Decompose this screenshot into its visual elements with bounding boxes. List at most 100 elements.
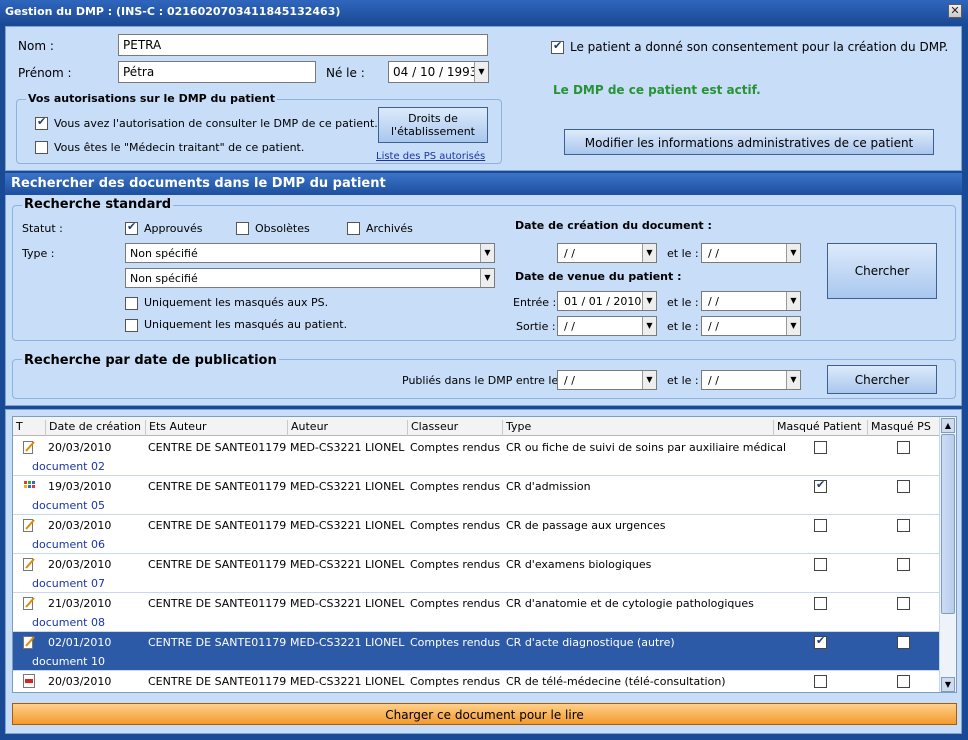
col-header-masque-patient[interactable]: Masqué Patient <box>773 420 867 436</box>
consult-checkbox[interactable] <box>35 115 48 130</box>
col-header-t[interactable]: T <box>13 420 23 436</box>
documents-grid: T Date de création Ets Auteur Auteur Cla… <box>12 416 957 693</box>
masque-patient-checkbox[interactable] <box>814 634 827 649</box>
cell-ets-auteur: CENTRE DE SANTE01179 <box>148 558 287 571</box>
search-panel: Recherche standard Statut : Approuvés Ob… <box>5 195 962 406</box>
etle-label-1: et le : <box>667 247 699 260</box>
col-header-date[interactable]: Date de création <box>45 420 145 436</box>
masque-ps-checkbox[interactable] <box>897 558 910 571</box>
table-row[interactable]: 02/01/2010 CENTRE DE SANTE01179 MED-CS3221… <box>13 632 941 671</box>
traitant-checkbox[interactable] <box>35 141 48 154</box>
masque-ps-checkbox[interactable] <box>897 519 910 532</box>
nom-field[interactable]: PETRA <box>118 34 488 56</box>
cell-type: CR d'anatomie et de cytologie pathologiq… <box>506 597 754 610</box>
masque-patient-checkbox[interactable] <box>814 675 827 688</box>
cell-document-name: document 06 <box>32 538 105 551</box>
scroll-down-icon[interactable]: ▼ <box>941 677 955 692</box>
publication-from-date[interactable]: / / ▼ <box>557 370 657 390</box>
prenom-field[interactable]: Pétra <box>118 61 316 83</box>
ps-link[interactable]: Liste des PS autorisés <box>376 151 485 162</box>
chevron-down-icon[interactable]: ▼ <box>786 371 800 389</box>
table-row[interactable]: 20/03/2010 CENTRE DE SANTE01179 MED-CS3221… <box>13 437 941 476</box>
etle-label-2: et le : <box>667 296 699 309</box>
chevron-down-icon[interactable]: ▼ <box>786 317 800 335</box>
chevron-down-icon[interactable]: ▼ <box>642 317 656 335</box>
table-row[interactable]: 20/03/2010 CENTRE DE SANTE01179 MED-CS3221… <box>13 671 941 692</box>
publication-title: Recherche par date de publication <box>22 353 279 368</box>
sortie-from-date[interactable]: / / ▼ <box>557 316 657 336</box>
publication-to-value: / / <box>708 374 719 387</box>
approuves-checkbox[interactable] <box>125 220 138 235</box>
masques-ps-checkbox[interactable] <box>125 297 138 310</box>
cell-type: CR de passage aux urgences <box>506 519 666 532</box>
scroll-thumb[interactable] <box>941 434 955 614</box>
type-select-2[interactable]: Non spécifié ▼ <box>125 268 495 288</box>
droits-button[interactable]: Droits de l'établissement <box>378 107 488 143</box>
statut-label: Statut : <box>22 222 63 235</box>
entree-to-date[interactable]: / / ▼ <box>701 291 801 311</box>
obsoletes-label: Obsolètes <box>255 222 310 235</box>
chevron-down-icon[interactable]: ▼ <box>474 62 488 82</box>
cell-classeur: Comptes rendus <box>410 597 501 610</box>
chevron-down-icon[interactable]: ▼ <box>642 292 656 310</box>
table-row[interactable]: 20/03/2010 CENTRE DE SANTE01179 MED-CS3221… <box>13 554 941 593</box>
masque-ps-checkbox[interactable] <box>897 480 910 493</box>
consent-checkbox[interactable] <box>551 39 564 54</box>
chevron-down-icon[interactable]: ▼ <box>480 244 494 262</box>
chevron-down-icon[interactable]: ▼ <box>786 244 800 262</box>
venue-title: Date de venue du patient : <box>515 270 682 283</box>
vertical-scrollbar[interactable]: ▲ ▼ <box>939 417 956 692</box>
scroll-up-icon[interactable]: ▲ <box>941 418 955 433</box>
masques-ps-label: Uniquement les masqués aux PS. <box>144 296 329 309</box>
chevron-down-icon[interactable]: ▼ <box>642 244 656 262</box>
obsoletes-checkbox[interactable] <box>236 222 249 235</box>
cell-classeur: Comptes rendus <box>410 675 501 688</box>
type-value-2: Non spécifié <box>130 272 198 285</box>
birthdate-field[interactable]: 04 / 10 / 1993 ▼ <box>388 61 489 83</box>
creation-from-date[interactable]: / / ▼ <box>557 243 657 263</box>
nom-label: Nom : <box>18 39 54 53</box>
entree-from-date[interactable]: 01 / 01 / 2010 ▼ <box>557 291 657 311</box>
archives-checkbox[interactable] <box>347 222 360 235</box>
ne-label: Né le : <box>326 66 365 80</box>
table-row[interactable]: 20/03/2010 CENTRE DE SANTE01179 MED-CS3221… <box>13 515 941 554</box>
chercher-publication-button[interactable]: Chercher <box>827 365 937 394</box>
masque-patient-checkbox[interactable] <box>814 478 827 493</box>
col-header-ets[interactable]: Ets Auteur <box>145 420 287 436</box>
sortie-to-date[interactable]: / / ▼ <box>701 316 801 336</box>
masque-ps-checkbox[interactable] <box>897 675 910 688</box>
load-document-button[interactable]: Charger ce document pour le lire <box>12 703 957 725</box>
col-header-masque-ps[interactable]: Masqué PS <box>867 420 941 436</box>
table-row[interactable]: 21/03/2010 CENTRE DE SANTE01179 MED-CS3221… <box>13 593 941 632</box>
cell-ets-auteur: CENTRE DE SANTE01179 <box>148 597 287 610</box>
col-header-auteur[interactable]: Auteur <box>287 420 407 436</box>
type-label: Type : <box>22 247 55 260</box>
cell-date: 20/03/2010 <box>48 558 112 571</box>
masque-ps-checkbox[interactable] <box>897 636 910 649</box>
masques-patient-checkbox[interactable] <box>125 319 138 332</box>
table-row[interactable]: 19/03/2010 CENTRE DE SANTE01179 MED-CS3221… <box>13 476 941 515</box>
masque-ps-checkbox[interactable] <box>897 441 910 454</box>
cell-auteur: MED-CS3221 LIONEL <box>290 519 405 532</box>
masque-ps-checkbox[interactable] <box>897 597 910 610</box>
type-select-1[interactable]: Non spécifié ▼ <box>125 243 495 263</box>
masque-patient-checkbox[interactable] <box>814 597 827 610</box>
chevron-down-icon[interactable]: ▼ <box>786 292 800 310</box>
modify-admin-button[interactable]: Modifier les informations administrative… <box>564 129 934 155</box>
chevron-down-icon[interactable]: ▼ <box>480 269 494 287</box>
masque-patient-checkbox[interactable] <box>814 519 827 532</box>
cell-type: CR d'admission <box>506 480 591 493</box>
cell-ets-auteur: CENTRE DE SANTE01179 <box>148 480 287 493</box>
chevron-down-icon[interactable]: ▼ <box>642 371 656 389</box>
chercher-button[interactable]: Chercher <box>827 243 937 299</box>
dmp-window: Gestion du DMP : (INS-C : 02160207034118… <box>0 0 968 740</box>
creation-to-date[interactable]: / / ▼ <box>701 243 801 263</box>
col-header-classeur[interactable]: Classeur <box>407 420 502 436</box>
masque-patient-checkbox[interactable] <box>814 558 827 571</box>
masque-patient-checkbox[interactable] <box>814 441 827 454</box>
droits-line1: Droits de <box>408 112 458 125</box>
publication-to-date[interactable]: / / ▼ <box>701 370 801 390</box>
close-button[interactable]: ✕ <box>948 4 962 18</box>
window-title: Gestion du DMP : (INS-C : 02160207034118… <box>5 5 341 18</box>
col-header-type[interactable]: Type <box>502 420 773 436</box>
